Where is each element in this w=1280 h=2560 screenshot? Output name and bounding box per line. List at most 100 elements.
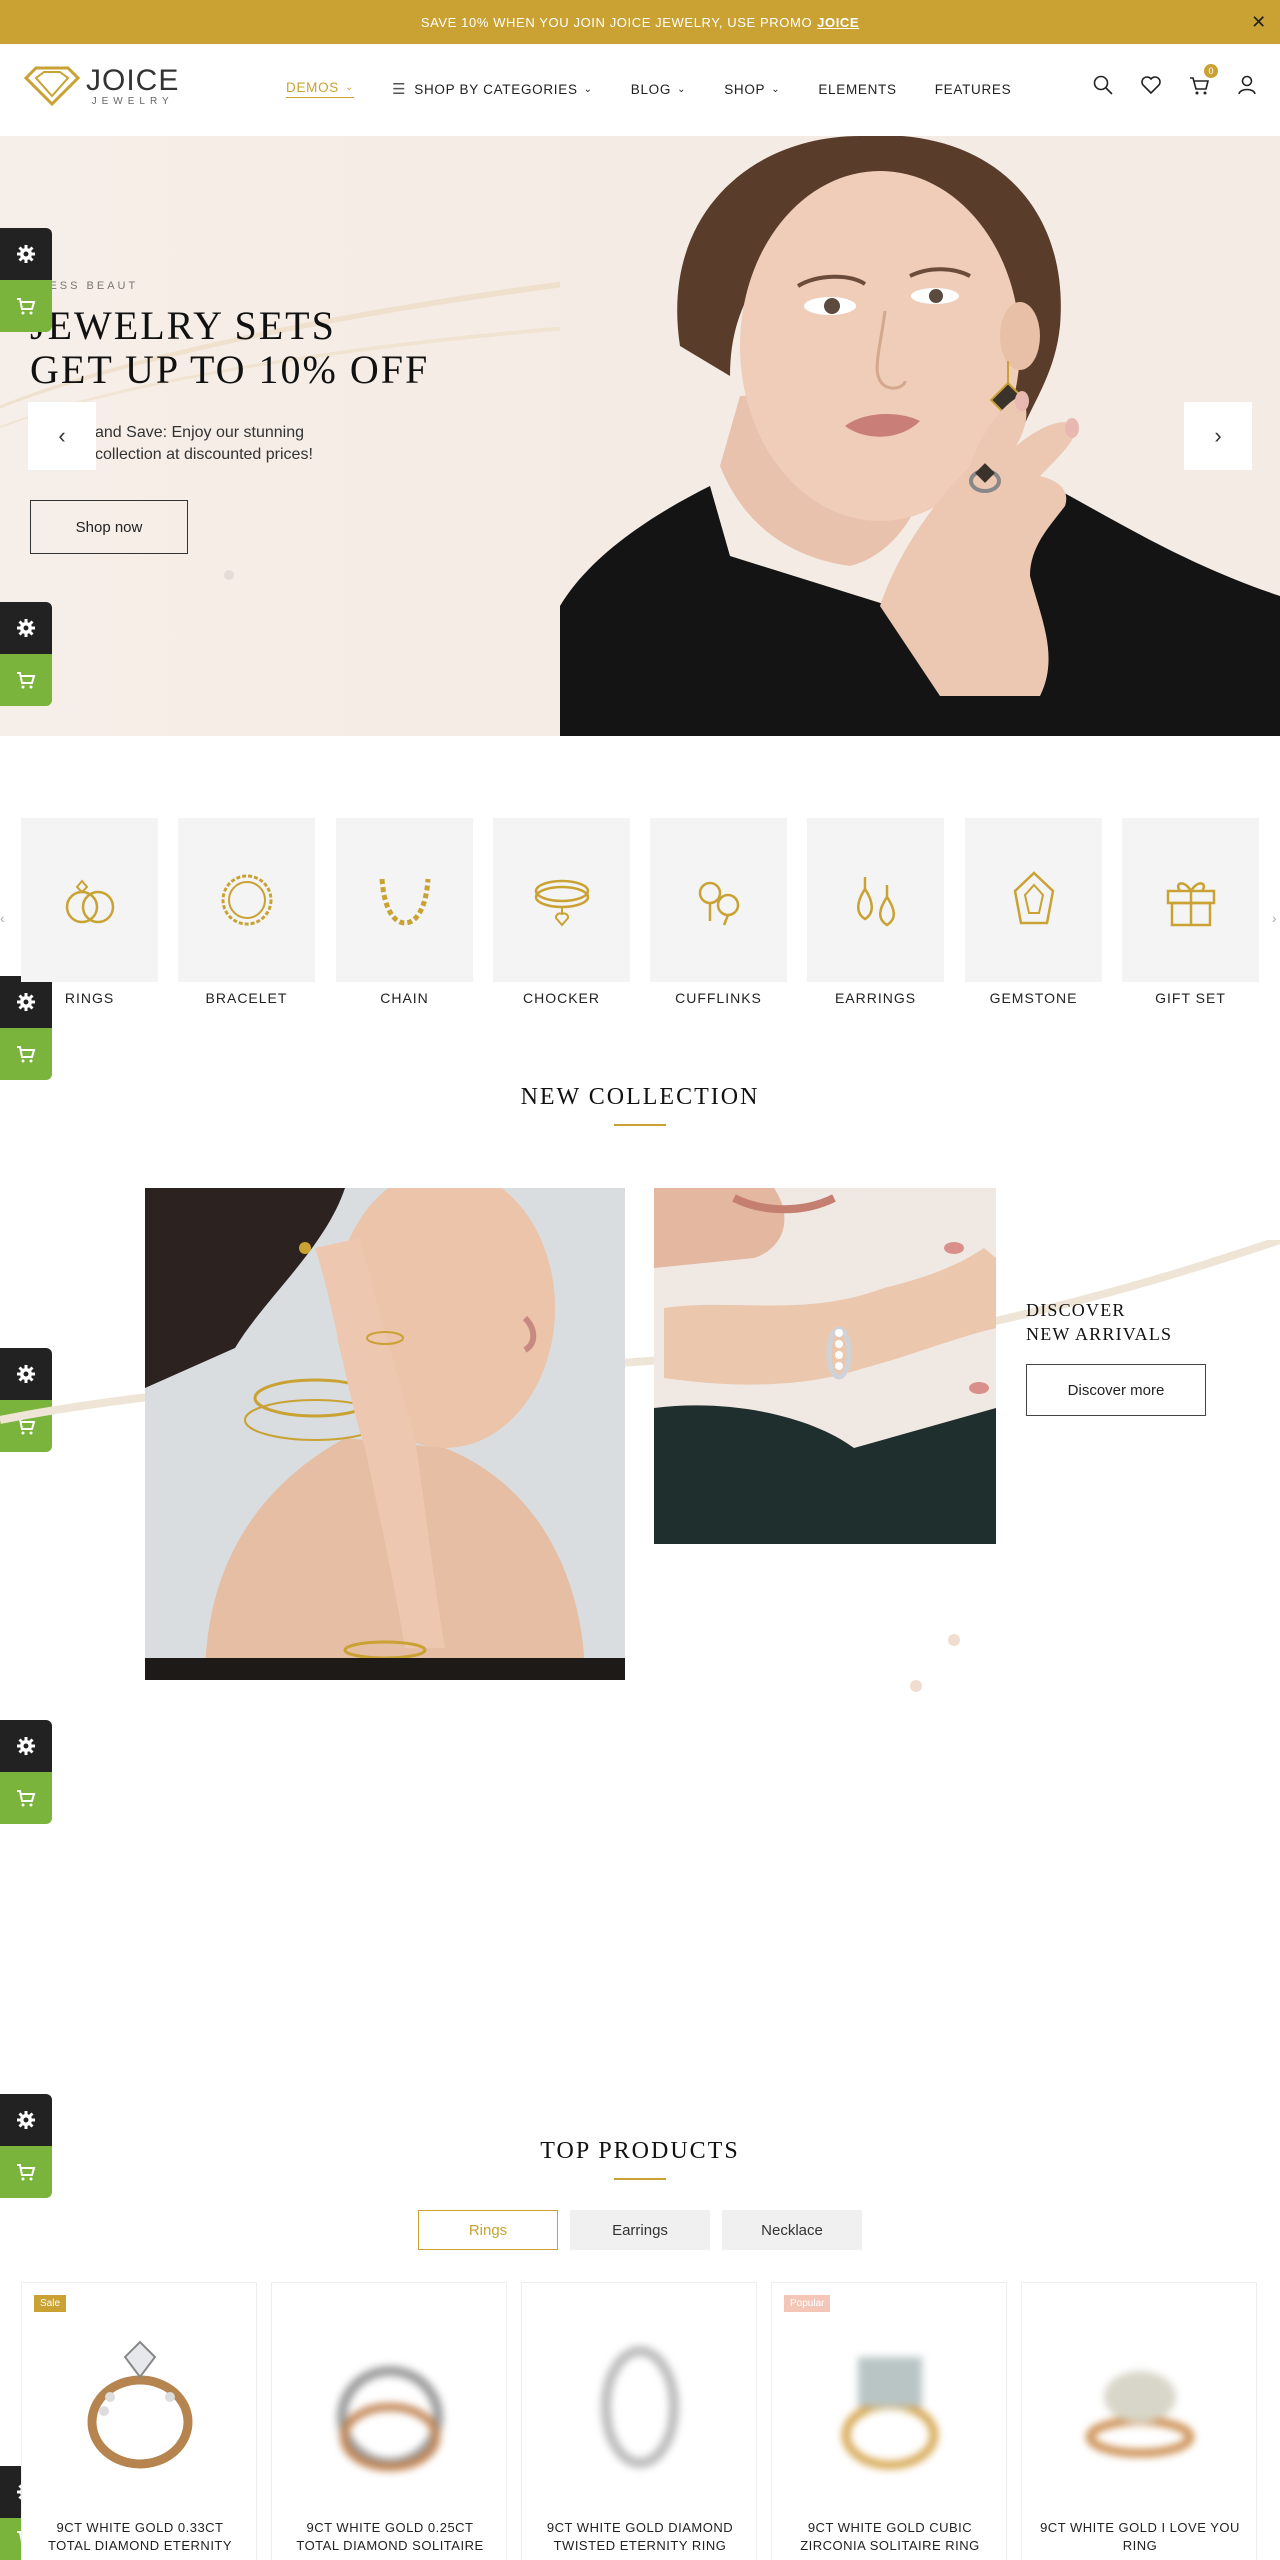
category-earrings[interactable]: EARRINGS: [807, 818, 944, 1006]
category-gift-set[interactable]: GIFT SET: [1122, 818, 1259, 1006]
hero-title-line1: JEWELRY SETS: [30, 303, 336, 348]
promo-bar: SAVE 10% WHEN YOU JOIN JOICE JEWELRY, US…: [0, 0, 1280, 44]
product-card[interactable]: 9CT WHITE GOLD 0.25CT TOTAL DIAMOND SOLI…: [271, 2282, 507, 2560]
logo-subtext: JEWELRY: [91, 95, 174, 107]
cart-icon[interactable]: 0: [1188, 64, 1218, 96]
category-label: CHAIN: [380, 990, 429, 1006]
rings-icon: [65, 879, 114, 924]
product-name-line1: 9CT WHITE GOLD I LOVE YOU: [1040, 2520, 1240, 2535]
settings-button[interactable]: [0, 602, 52, 654]
nav-blog[interactable]: BLOG ⌄: [631, 82, 686, 97]
category-chocker[interactable]: CHOCKER: [493, 818, 630, 1006]
menu-icon: ☰: [392, 81, 407, 98]
tab-earrings[interactable]: Earrings: [570, 2210, 710, 2250]
product-name-line1: 9CT WHITE GOLD 0.33CT: [56, 2520, 224, 2535]
category-label: CUFFLINKS: [675, 990, 762, 1006]
buy-button[interactable]: [0, 654, 52, 706]
product-image: [300, 2307, 480, 2497]
new-collection-title: NEW COLLECTION: [520, 1084, 760, 1110]
tab-necklace[interactable]: Necklace: [722, 2210, 862, 2250]
tab-rings[interactable]: Rings: [418, 2210, 558, 2250]
side-widget: [0, 228, 52, 332]
carousel-prev-icon[interactable]: ‹: [0, 910, 5, 926]
cart-icon: [17, 672, 36, 689]
product-name-line2: ZIRCONIA SOLITAIRE RING: [800, 2538, 980, 2553]
section-underline: [614, 2178, 666, 2180]
hero-desc-line2: collection at discounted prices!: [95, 446, 313, 463]
logo[interactable]: JOICE JEWELRY: [22, 64, 179, 108]
cart-icon: [17, 1046, 36, 1063]
buy-button[interactable]: [0, 280, 52, 332]
category-rings[interactable]: RINGS: [21, 818, 158, 1006]
nav-demos-label: DEMOS: [286, 80, 340, 95]
product-image: [550, 2307, 730, 2497]
earrings-icon: [856, 877, 895, 927]
hero-model-image: [560, 136, 1280, 736]
close-icon[interactable]: ✕: [1248, 11, 1270, 33]
promo-code-link[interactable]: JOICE: [817, 15, 859, 30]
product-name-line2: RING: [1122, 2538, 1158, 2553]
gear-icon: [17, 245, 35, 263]
product-card[interactable]: Sale 9CT WHITE GOLD 0.33CT TOTAL DIAMOND…: [21, 2282, 257, 2560]
collection-image-model[interactable]: [145, 1188, 625, 1680]
slider-next-button[interactable]: ›: [1184, 402, 1252, 470]
category-chain[interactable]: CHAIN: [336, 818, 473, 1006]
product-image: [50, 2307, 230, 2497]
nav-demos[interactable]: DEMOS ⌄: [286, 80, 355, 98]
search-icon[interactable]: [1092, 74, 1114, 96]
hero-desc-line1: and Save: Enjoy our stunning: [95, 424, 305, 441]
category-bracelet[interactable]: BRACELET: [178, 818, 315, 1006]
decor-dot: [910, 1680, 922, 1692]
category-label: CHOCKER: [522, 990, 600, 1006]
product-card[interactable]: 9CT WHITE GOLD I LOVE YOU RING: [1021, 2282, 1257, 2560]
hero-title: JEWELRY SETS GET UP TO 10% OFF: [30, 304, 429, 392]
discover-title: DISCOVER NEW ARRIVALS: [1026, 1298, 1172, 1346]
buy-button[interactable]: [0, 1028, 52, 1080]
product-name: 9CT WHITE GOLD 0.25CT TOTAL DIAMOND SOLI…: [278, 2519, 502, 2555]
category-cufflinks[interactable]: CUFFLINKS: [650, 818, 787, 1006]
gemstone-icon: [1013, 871, 1054, 925]
main-nav: DEMOS ⌄ ☰ SHOP BY CATEGORIES ⌄ BLOG ⌄ SH…: [286, 80, 1049, 98]
cart-icon: [17, 1790, 36, 1807]
chevron-down-icon: ⌄: [677, 83, 687, 95]
category-label: GIFT SET: [1155, 990, 1226, 1006]
shop-now-button[interactable]: Shop now: [30, 500, 188, 554]
nav-elements[interactable]: ELEMENTS: [818, 82, 896, 97]
user-icon[interactable]: [1236, 74, 1258, 96]
nav-shop-by-categories[interactable]: ☰ SHOP BY CATEGORIES ⌄: [392, 80, 593, 98]
nav-shop[interactable]: SHOP ⌄: [724, 82, 780, 97]
side-widget: [0, 1720, 52, 1824]
slider-prev-button[interactable]: ‹: [28, 402, 96, 470]
heart-icon[interactable]: [1140, 74, 1162, 96]
chevron-down-icon: ⌄: [771, 83, 781, 95]
buy-button[interactable]: [0, 1772, 52, 1824]
cart-icon: [17, 298, 36, 315]
category-carousel: ‹ › RINGS BRACELET CHAIN CHOCKER CUFFLIN…: [0, 818, 1280, 1018]
hero-title-line2: GET UP TO 10% OFF: [30, 347, 430, 392]
discover-title-line2: NEW ARRIVALS: [1026, 1324, 1173, 1344]
discover-more-button[interactable]: Discover more: [1026, 1364, 1206, 1416]
settings-button[interactable]: [0, 1720, 52, 1772]
nav-features-label: FEATURES: [934, 81, 1012, 97]
gear-icon: [17, 619, 35, 637]
chain-icon: [379, 878, 430, 926]
nav-categories-label: SHOP BY CATEGORIES: [414, 81, 578, 97]
cufflinks-icon: [698, 881, 739, 926]
section-underline: [614, 1124, 666, 1126]
chevron-right-icon: ›: [1214, 423, 1222, 448]
product-card[interactable]: 9CT WHITE GOLD DIAMOND TWISTED ETERNITY …: [521, 2282, 757, 2560]
top-products-title: TOP PRODUCTS: [540, 2138, 740, 2164]
promo-text: SAVE 10% WHEN YOU JOIN JOICE JEWELRY, US…: [420, 14, 813, 30]
nav-features[interactable]: FEATURES: [935, 82, 1012, 97]
collection-image-ring[interactable]: [654, 1188, 996, 1544]
category-gemstone[interactable]: GEMSTONE: [965, 818, 1102, 1006]
product-name: 9CT WHITE GOLD 0.33CT TOTAL DIAMOND ETER…: [28, 2519, 252, 2555]
product-card[interactable]: Popular 9CT WHITE GOLD CUBIC ZIRCONIA SO…: [771, 2282, 1007, 2560]
carousel-next-icon[interactable]: ›: [1272, 910, 1277, 926]
settings-button[interactable]: [0, 228, 52, 280]
decor-dot: [224, 570, 234, 580]
chevron-down-icon: ⌄: [345, 82, 355, 93]
chevron-down-icon: ⌄: [583, 83, 593, 95]
decor-dot: [948, 1634, 960, 1646]
product-name: 9CT WHITE GOLD CUBIC ZIRCONIA SOLITAIRE …: [778, 2519, 1002, 2555]
